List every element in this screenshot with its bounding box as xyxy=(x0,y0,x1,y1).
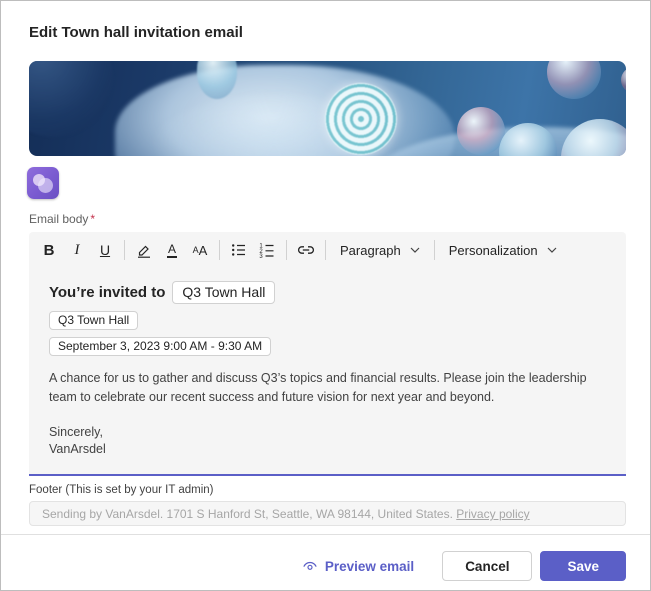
footer-input-disabled: Sending by VanArsdel. 1701 S Hanford St,… xyxy=(29,501,626,526)
toolbar-divider xyxy=(433,240,435,260)
highlight-button[interactable] xyxy=(130,236,158,264)
chevron-down-icon xyxy=(547,247,557,253)
numbered-list-button[interactable]: 1 2 3 xyxy=(253,236,281,264)
toolbar-divider xyxy=(286,240,287,260)
bullet-list-button[interactable] xyxy=(225,236,253,264)
toolbar-divider xyxy=(219,240,220,260)
banner-art xyxy=(457,107,505,155)
underline-icon: U xyxy=(99,242,111,258)
font-color-button[interactable]: A xyxy=(158,236,186,264)
required-asterisk: * xyxy=(90,212,96,226)
banner-art xyxy=(29,61,113,137)
event-name-chip[interactable]: Q3 Town Hall xyxy=(49,311,139,330)
footer-label: Footer (This is set by your IT admin) xyxy=(29,484,214,496)
italic-icon: I xyxy=(74,241,80,258)
font-size-button[interactable]: AA xyxy=(186,236,214,264)
formatting-toolbar: B I U A AA 1 2 3 Paragraph Personalizati… xyxy=(29,232,626,268)
banner-art xyxy=(325,83,397,155)
insert-link-button[interactable] xyxy=(292,236,320,264)
event-datetime-chip[interactable]: September 3, 2023 9:00 AM - 9:30 AM xyxy=(49,337,272,356)
highlighter-icon xyxy=(138,245,150,258)
communities-app-icon xyxy=(27,167,59,199)
edit-town-hall-email-dialog: Edit Town hall invitation email Email bo… xyxy=(0,0,651,591)
bold-button[interactable]: B xyxy=(35,236,63,264)
personalization-dropdown[interactable]: Personalization xyxy=(440,236,566,264)
eye-icon xyxy=(303,561,317,570)
signoff-line: Sincerely, xyxy=(49,425,103,439)
email-signoff: Sincerely, VanArsdel xyxy=(49,424,606,458)
email-body-editor: B I U A AA 1 2 3 Paragraph Personalizati… xyxy=(29,232,626,476)
preview-email-label: Preview email xyxy=(324,558,415,574)
personalization-dropdown-label: Personalization xyxy=(448,242,538,258)
signature-line: VanArsdel xyxy=(49,442,106,456)
banner-art xyxy=(621,67,626,93)
font-size-icon: A xyxy=(198,242,208,258)
numbered-list-icon: 1 2 3 xyxy=(259,243,274,259)
banner-art xyxy=(547,61,601,99)
email-heading: You’re invited to Q3 Town Hall xyxy=(49,281,606,304)
footer-text: Sending by VanArsdel. 1701 S Hanford St,… xyxy=(42,507,453,521)
email-body-label-text: Email body xyxy=(29,212,89,226)
banner-art xyxy=(561,119,626,156)
event-title-chip[interactable]: Q3 Town Hall xyxy=(172,281,276,304)
toolbar-divider xyxy=(124,240,125,260)
email-body-content[interactable]: You’re invited to Q3 Town Hall Q3 Town H… xyxy=(29,268,626,474)
action-bar: Preview email Cancel Save xyxy=(1,535,650,581)
preview-email-button[interactable]: Preview email xyxy=(296,557,420,575)
email-paragraph: A chance for us to gather and discuss Q3… xyxy=(49,371,587,404)
link-icon xyxy=(298,246,314,254)
underline-button[interactable]: U xyxy=(91,236,119,264)
font-color-icon: A xyxy=(166,241,177,258)
save-button[interactable]: Save xyxy=(540,551,626,581)
italic-button[interactable]: I xyxy=(63,236,91,264)
cancel-button[interactable]: Cancel xyxy=(442,551,533,581)
paragraph-style-dropdown[interactable]: Paragraph xyxy=(331,236,429,264)
dialog-title: Edit Town hall invitation email xyxy=(29,24,243,41)
paragraph-dropdown-label: Paragraph xyxy=(340,242,401,258)
event-chip-row: Q3 Town Hall xyxy=(49,311,606,330)
email-banner-image xyxy=(29,61,626,156)
chevron-down-icon xyxy=(410,247,420,253)
bullet-list-icon xyxy=(232,244,245,256)
privacy-policy-link[interactable]: Privacy policy xyxy=(456,507,529,521)
app-icon-circle xyxy=(38,178,53,193)
datetime-chip-row: September 3, 2023 9:00 AM - 9:30 AM xyxy=(49,337,606,356)
toolbar-divider xyxy=(325,240,326,260)
svg-text:3: 3 xyxy=(259,254,263,259)
bold-icon: B xyxy=(43,241,55,259)
email-body-label: Email body * xyxy=(29,212,622,226)
email-heading-text: You’re invited to xyxy=(49,284,166,301)
